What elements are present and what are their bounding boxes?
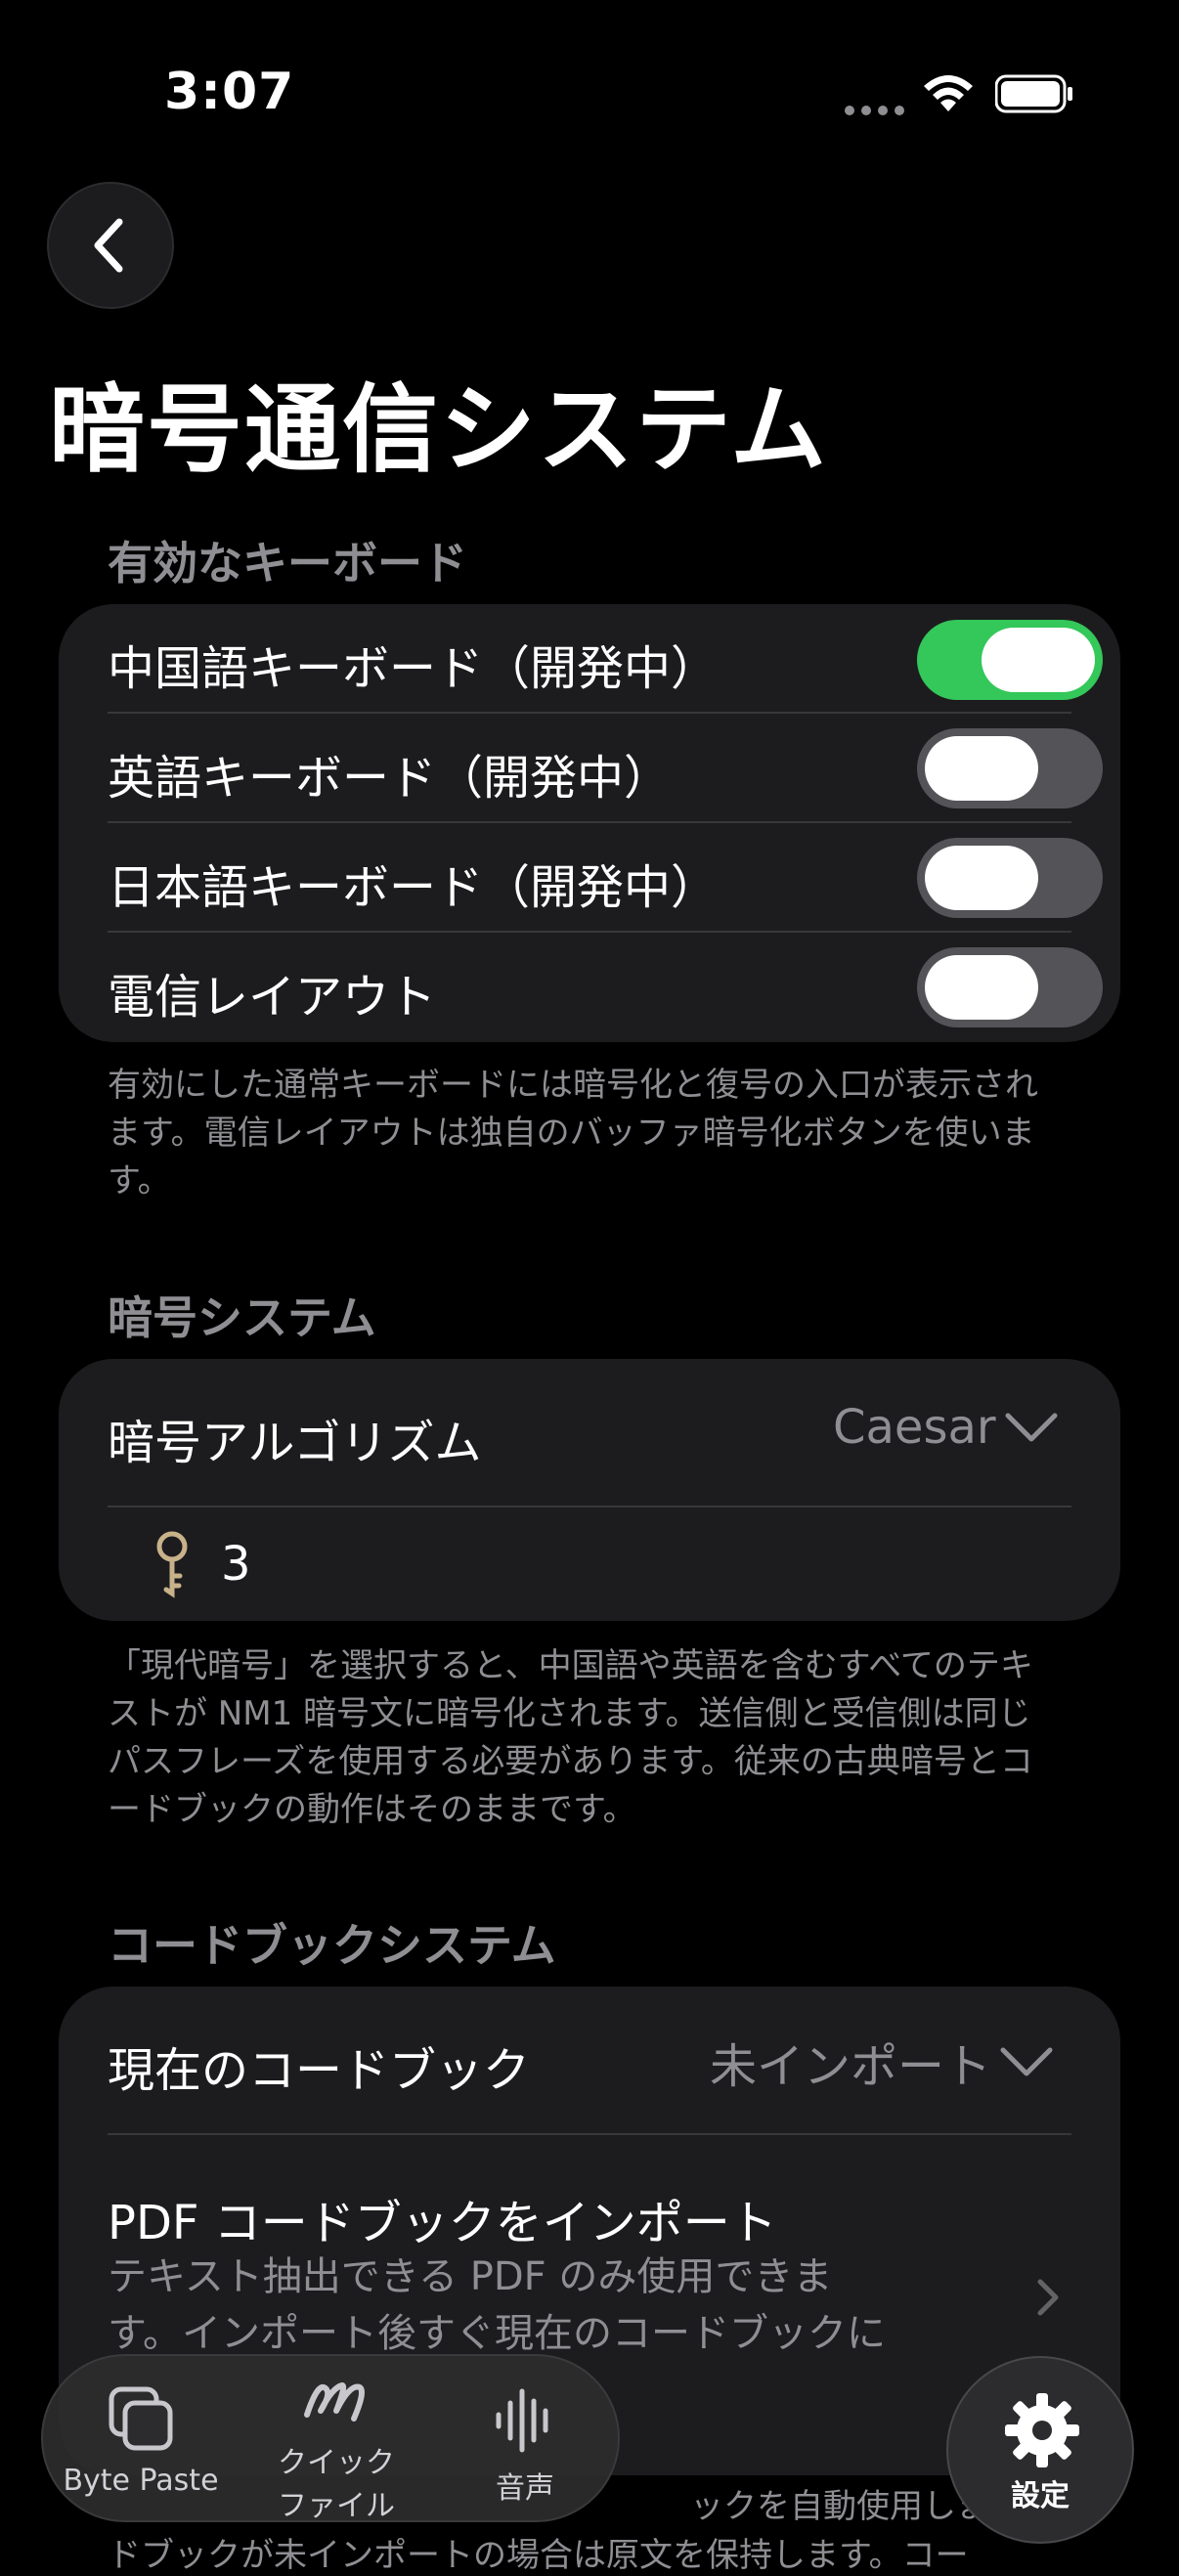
import-pdf-desc-2: す。インポート後すぐ現在のコードブックに — [108, 2311, 886, 2356]
wifi-icon — [924, 75, 973, 111]
chevron-left-icon — [94, 218, 123, 273]
tab-label-settings: 設定 — [1011, 2479, 1070, 2513]
divider — [108, 821, 1071, 823]
tab-audio[interactable]: 音声 — [452, 2385, 598, 2507]
waveform-icon — [496, 2388, 548, 2453]
toggle-japanese-keyboard[interactable] — [917, 838, 1103, 918]
codebook-footnote-2: ドブックが未インポートの場合は原文を保持します。コー — [108, 2536, 969, 2575]
key-icon — [156, 1531, 188, 1598]
divider — [108, 1506, 1071, 1507]
section-header-cipher: 暗号システム — [108, 1291, 376, 1344]
tab-label: 音声 — [496, 2471, 554, 2506]
status-time: 3:07 — [164, 63, 295, 121]
row-label-cipher-algorithm: 暗号アルゴリズム — [108, 1416, 482, 1470]
tab-label: Byte Paste — [63, 2464, 219, 2498]
cipher-algorithm-value: Caesar — [833, 1400, 996, 1455]
chevron-down-icon — [1000, 2047, 1053, 2076]
section-header-keyboards: 有効なキーボード — [108, 537, 467, 589]
toggle-english-keyboard[interactable] — [917, 728, 1103, 808]
row-label-japanese-keyboard: 日本語キーボード（開発中） — [108, 860, 719, 915]
row-label-chinese-keyboard: 中国語キーボード（開発中） — [108, 641, 719, 696]
cipher-algorithm-picker[interactable]: Caesar — [833, 1400, 1059, 1455]
current-codebook-picker[interactable]: 未インポート — [710, 2028, 1054, 2096]
keyboards-footnote: 有効にした通常キーボードには暗号化と復号の入口が表示されます。電信レイアウトは独… — [108, 1066, 1038, 1201]
cellular-dots-icon — [845, 106, 904, 115]
cipher-key-value[interactable]: 3 — [221, 1537, 251, 1592]
chevron-down-icon — [1005, 1413, 1058, 1442]
divider — [108, 931, 1071, 933]
tab-bar: Byte Paste クイック ファイル 音声 — [41, 2354, 620, 2524]
current-codebook-value: 未インポート — [710, 2039, 992, 2094]
row-label-english-keyboard: 英語キーボード（開発中） — [108, 751, 672, 806]
cipher-footnote: 「現代暗号」を選択すると、中国語や英語を含むすべてのテキストが NM1 暗号文に… — [108, 1646, 1033, 1829]
toggle-chinese-keyboard[interactable] — [917, 620, 1103, 700]
tab-byte-paste[interactable]: Byte Paste — [63, 2385, 219, 2498]
gear-icon — [1005, 2393, 1079, 2467]
row-label-telegraph-layout: 電信レイアウト — [108, 970, 437, 1025]
tab-label: クイック — [278, 2446, 395, 2480]
import-pdf-desc-1: テキスト抽出できる PDF のみ使用できま — [108, 2254, 833, 2299]
chevron-right-icon — [1037, 2279, 1059, 2316]
section-header-codebook: コードブックシステム — [108, 1919, 556, 1972]
page-title: 暗号通信システム — [49, 374, 829, 486]
import-pdf-title: PDF コードブックをインポート — [108, 2196, 777, 2250]
battery-icon — [995, 74, 1072, 113]
signature-icon — [304, 2382, 365, 2422]
toggle-telegraph-layout[interactable] — [917, 947, 1103, 1027]
back-button[interactable] — [47, 182, 174, 309]
tab-label: ファイル — [278, 2489, 395, 2523]
tab-quick-file[interactable]: クイック ファイル — [248, 2366, 424, 2524]
copy-icon — [109, 2386, 173, 2451]
divider — [108, 712, 1071, 714]
tab-settings[interactable]: 設定 — [946, 2356, 1134, 2544]
cipher-card — [59, 1359, 1120, 1621]
row-label-current-codebook: 現在のコードブック — [108, 2043, 531, 2098]
